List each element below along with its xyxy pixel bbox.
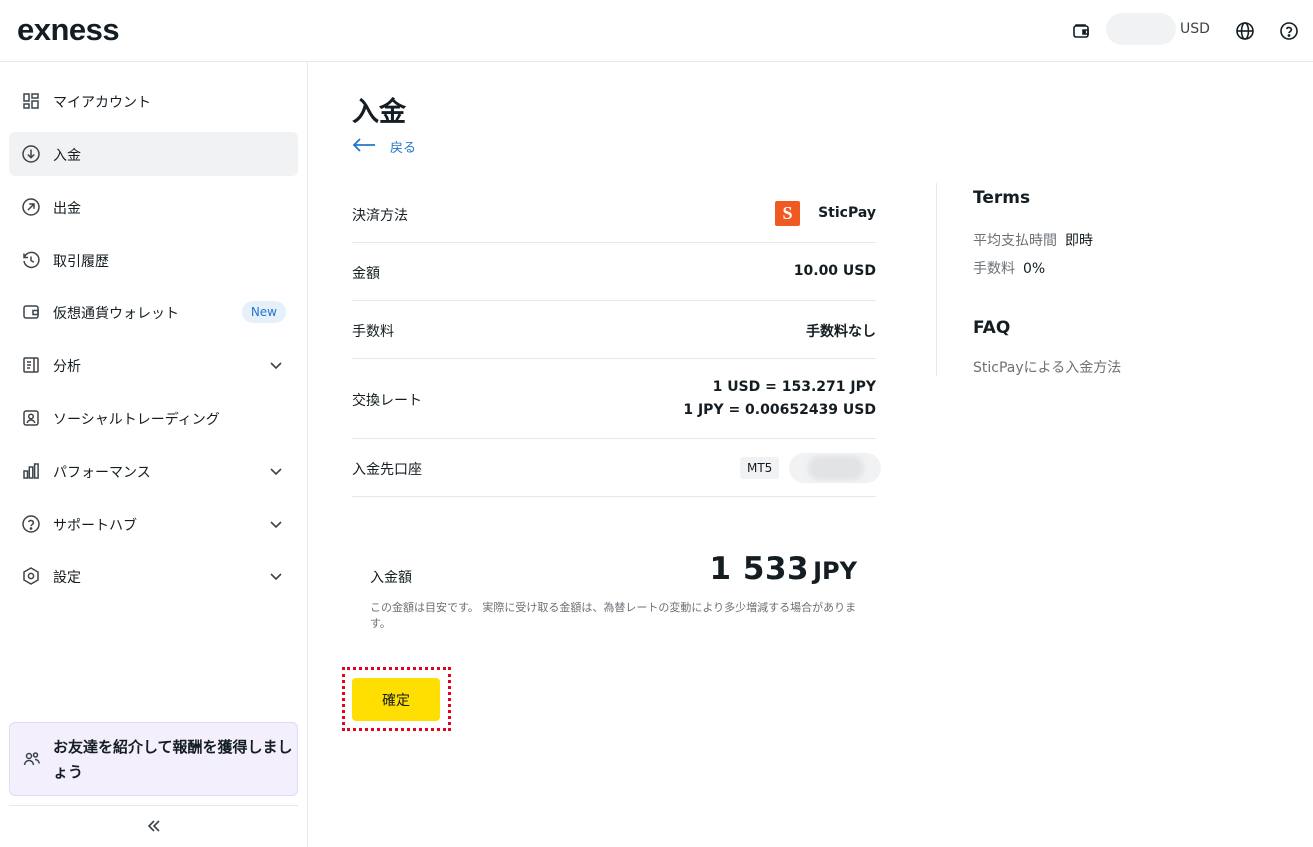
- chevron-down-icon[interactable]: [266, 566, 286, 586]
- sidebar-item-label: 入金: [53, 148, 81, 164]
- sidebar-item-withdraw[interactable]: 出金: [9, 185, 298, 229]
- sidebar-item-label: 取引履歴: [53, 254, 109, 270]
- destination-account-row: 入金先口座 MT5: [352, 439, 881, 497]
- terms-fee: 手数料 0%: [973, 258, 1045, 278]
- payment-method-value: SticPay: [818, 205, 876, 221]
- referral-text: お友達を紹介して報酬を獲得しましょう: [53, 738, 293, 781]
- sidebar-item-label: 分析: [53, 359, 81, 375]
- amount-label: 金額: [352, 266, 380, 282]
- sidebar-item-analytics[interactable]: 分析: [9, 343, 298, 387]
- deposit-amount-currency: JPY: [813, 557, 857, 585]
- wallet-icon[interactable]: [1070, 20, 1092, 42]
- divider: [936, 183, 937, 376]
- sidebar-item-label: 設定: [53, 570, 81, 586]
- account-number-blur: [808, 456, 864, 480]
- deposit-icon: [21, 144, 41, 164]
- sidebar-item-my-account[interactable]: マイアカウント: [9, 79, 298, 123]
- referral-banner[interactable]: お友達を紹介して報酬を獲得しましょう: [9, 722, 298, 796]
- sidebar-item-label: パフォーマンス: [53, 465, 151, 481]
- sidebar-item-performance[interactable]: パフォーマンス: [9, 449, 298, 493]
- chevron-down-icon[interactable]: [266, 514, 286, 534]
- payment-method-label: 決済方法: [352, 208, 408, 224]
- amount-disclaimer: この金額は目安です。 実際に受け取る金額は、為替レートの変動により多少増減する場…: [370, 601, 857, 630]
- divider: [9, 805, 298, 806]
- wallet-icon: [21, 302, 41, 322]
- exchange-rate-label: 交換レート: [352, 393, 422, 409]
- social-trading-icon: [21, 408, 41, 428]
- fee-row: 手数料 手数料なし: [352, 301, 876, 359]
- sidebar-item-label: 仮想通貨ウォレット: [53, 306, 179, 322]
- sidebar-item-social-trading[interactable]: ソーシャルトレーディング: [9, 396, 298, 440]
- average-payout-time: 平均支払時間 即時: [973, 230, 1093, 250]
- sidebar-item-history[interactable]: 取引履歴: [9, 238, 298, 282]
- exchange-rate-line-2: 1 JPY = 0.00652439 USD: [683, 402, 876, 418]
- balance-display[interactable]: [1106, 13, 1176, 45]
- faq-link-sticpay-deposit[interactable]: SticPayによる入金方法: [973, 357, 1121, 377]
- faq-heading: FAQ: [973, 318, 1011, 338]
- terms-heading: Terms: [973, 188, 1031, 208]
- back-link[interactable]: 戻る: [352, 135, 416, 157]
- globe-icon[interactable]: [1234, 20, 1256, 42]
- sidebar: マイアカウント 入金 出金 取引履歴 仮想通貨ウォレット New 分析 ソーシャ…: [0, 62, 308, 847]
- collapse-sidebar-icon[interactable]: [144, 816, 164, 836]
- performance-icon: [21, 461, 41, 481]
- exness-logo[interactable]: exness: [17, 12, 120, 48]
- analytics-icon: [21, 355, 41, 375]
- sidebar-item-label: サポートハブ: [53, 518, 137, 534]
- sticpay-logo: S: [775, 201, 800, 226]
- history-icon: [21, 250, 41, 270]
- sidebar-item-settings[interactable]: 設定: [9, 554, 298, 598]
- help-icon[interactable]: [1278, 20, 1300, 42]
- payment-method-row: 決済方法 S SticPay: [352, 185, 876, 243]
- sidebar-item-deposit[interactable]: 入金: [9, 132, 298, 176]
- confirm-button[interactable]: 確定: [352, 678, 440, 721]
- sidebar-item-crypto-wallet[interactable]: 仮想通貨ウォレット New: [9, 290, 298, 334]
- average-payout-time-value: 即時: [1065, 233, 1093, 249]
- sidebar-item-label: マイアカウント: [53, 95, 151, 111]
- amount-row: 金額 10.00 USD: [352, 243, 876, 301]
- chevron-down-icon[interactable]: [266, 355, 286, 375]
- fee-label: 手数料: [352, 324, 394, 340]
- withdraw-icon: [21, 197, 41, 217]
- sidebar-item-label: ソーシャルトレーディング: [53, 412, 220, 428]
- sidebar-item-support-hub[interactable]: サポートハブ: [9, 502, 298, 546]
- destination-account-label: 入金先口座: [352, 462, 422, 478]
- terms-fee-value: 0%: [1023, 261, 1046, 277]
- chevron-down-icon[interactable]: [266, 461, 286, 481]
- new-badge: New: [241, 301, 286, 323]
- arrow-left-icon: [352, 137, 376, 156]
- terms-fee-label: 手数料: [973, 261, 1015, 277]
- fee-value: 手数料なし: [806, 324, 876, 340]
- back-label: 戻る: [390, 140, 417, 156]
- dashboard-icon: [21, 91, 41, 111]
- account-type-badge: MT5: [740, 457, 780, 479]
- currency-label[interactable]: USD: [1180, 21, 1210, 37]
- exchange-rate-row: 交換レート 1 USD = 153.271 JPY 1 JPY = 0.0065…: [352, 359, 876, 439]
- sidebar-item-label: 出金: [53, 201, 81, 217]
- deposit-amount-number: 1 533: [709, 551, 810, 587]
- deposit-amount-label: 入金額: [370, 570, 412, 586]
- exchange-rate-line-1: 1 USD = 153.271 JPY: [712, 379, 876, 395]
- support-icon: [21, 514, 41, 534]
- average-payout-time-label: 平均支払時間: [973, 233, 1057, 249]
- page-title: 入金: [352, 97, 406, 128]
- top-header: exness USD: [0, 0, 1313, 62]
- users-icon: [22, 749, 42, 769]
- deposit-amount: 1 533 JPY: [710, 551, 857, 587]
- settings-icon: [21, 566, 41, 586]
- amount-value: 10.00 USD: [793, 263, 876, 279]
